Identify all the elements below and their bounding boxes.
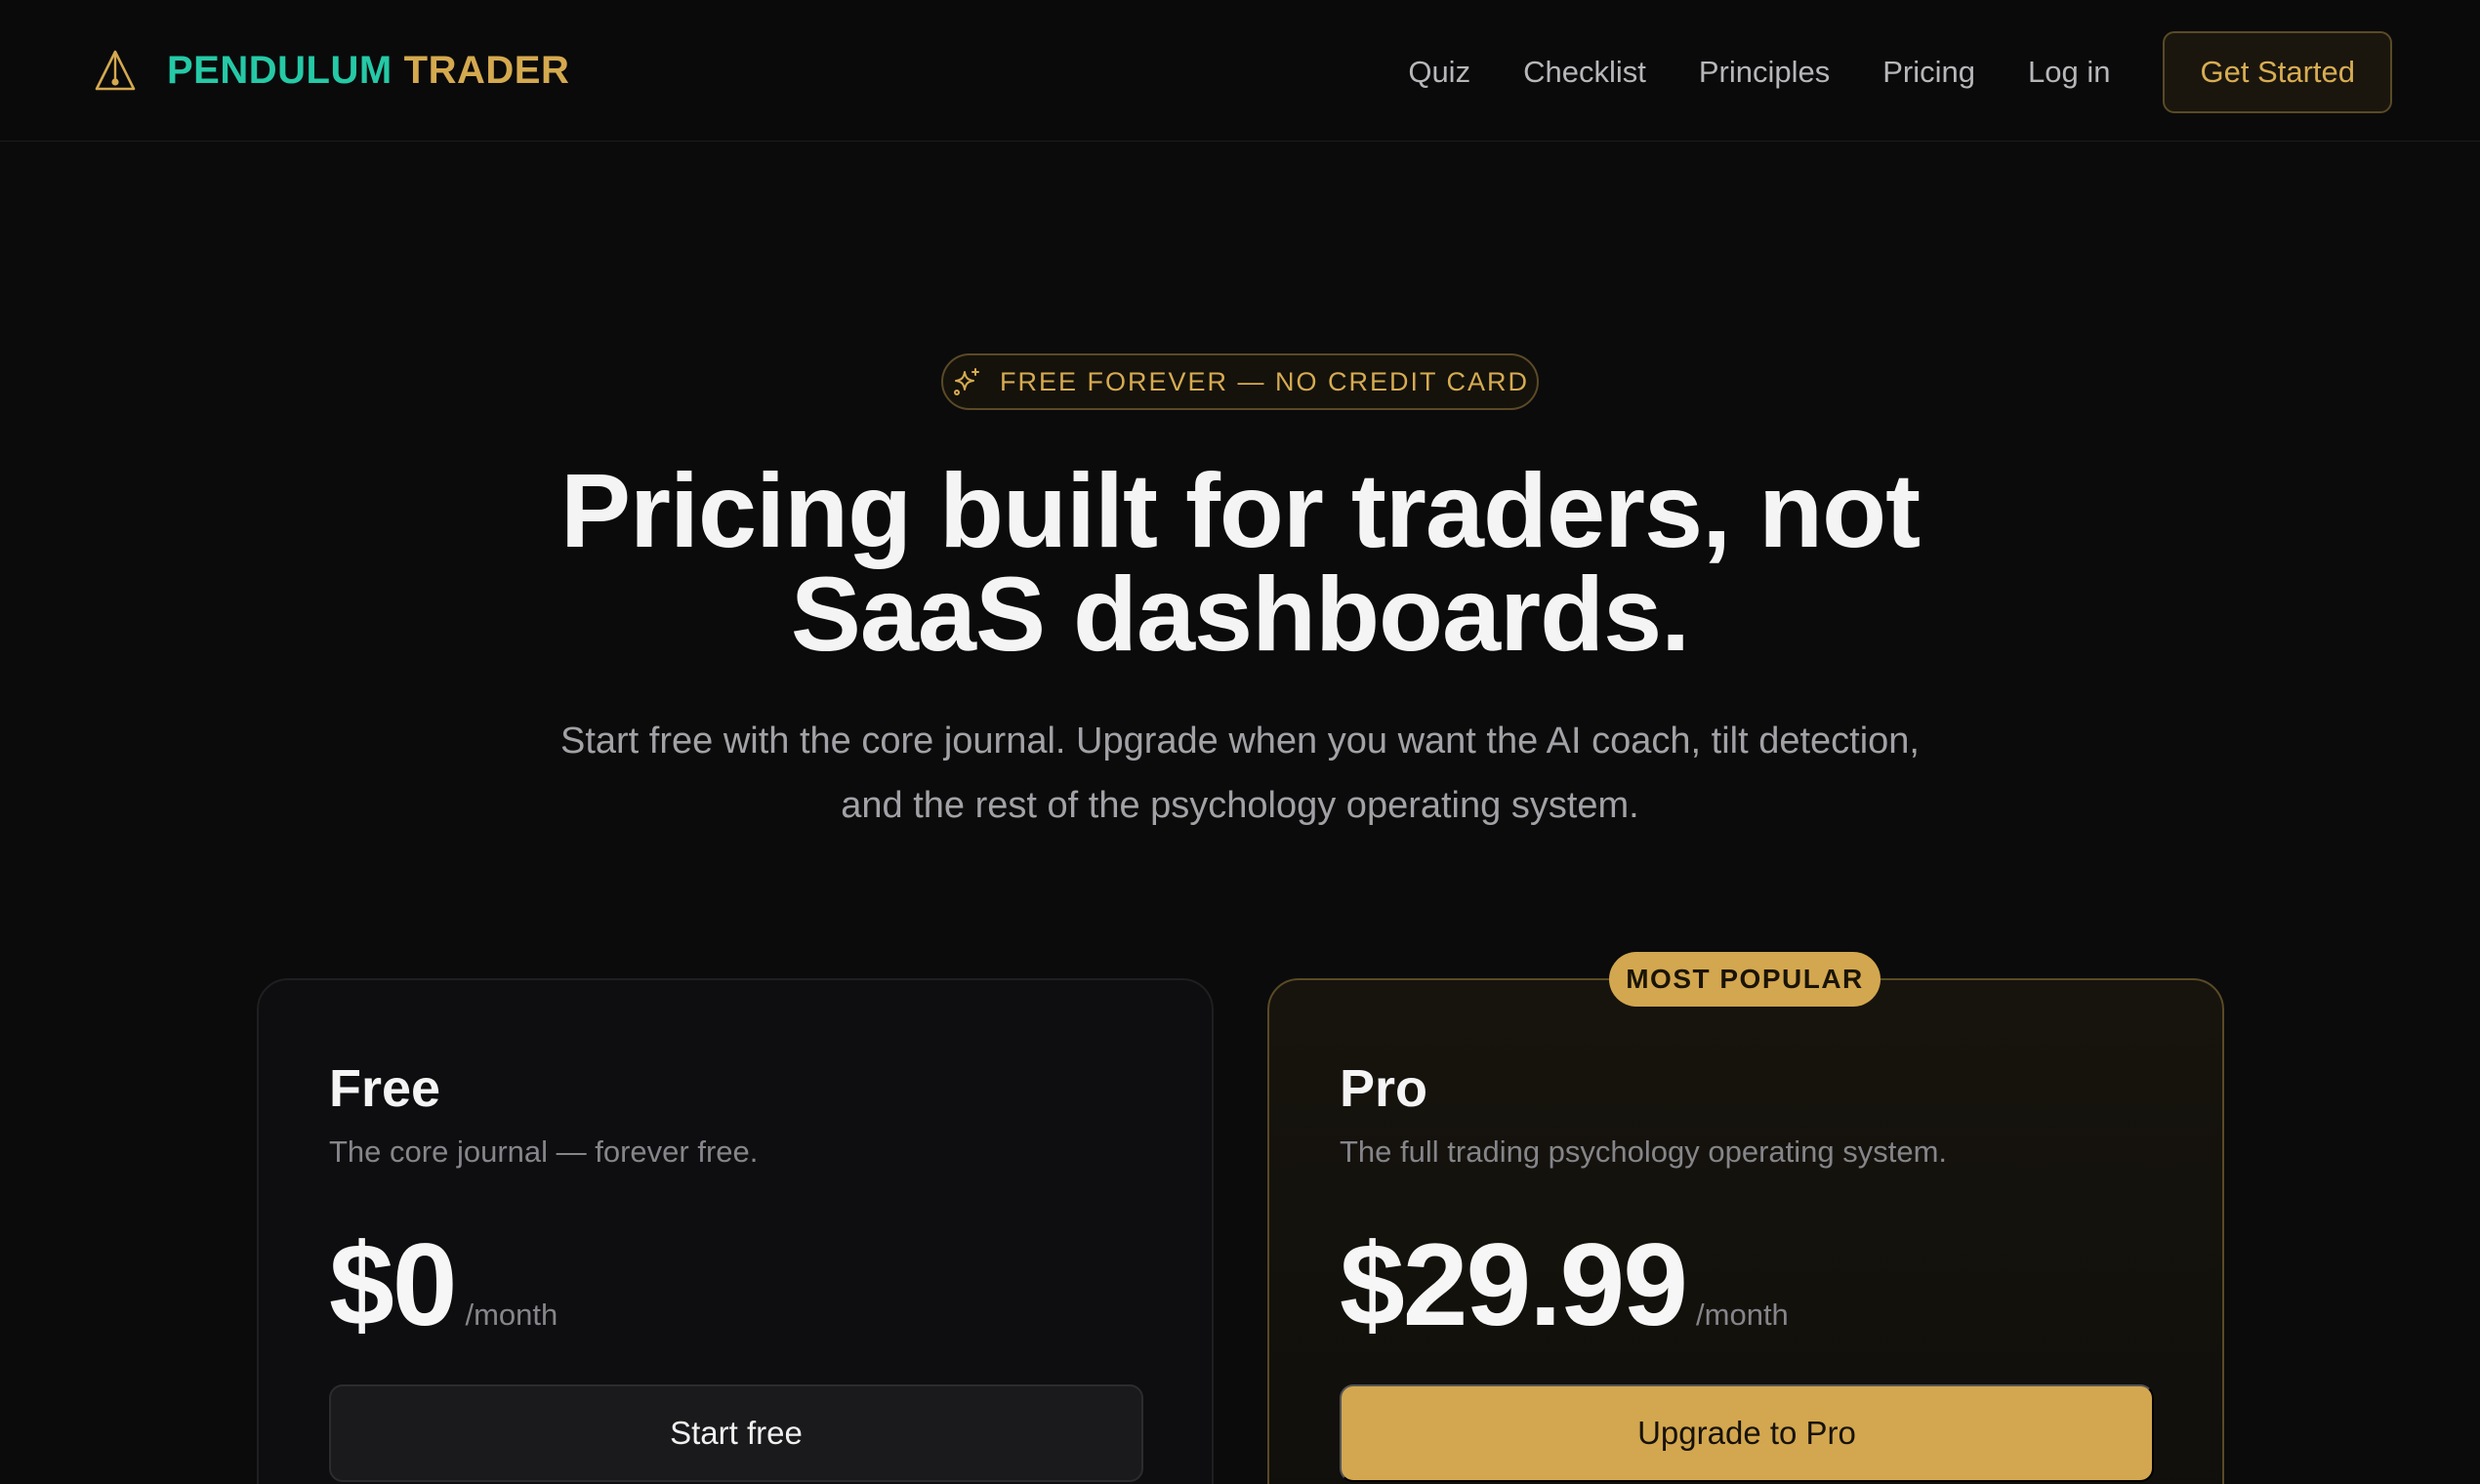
price-amount: $29.99 (1340, 1219, 1688, 1350)
get-started-button[interactable]: Get Started (2163, 31, 2392, 113)
nav-link-quiz[interactable]: Quiz (1408, 55, 1470, 90)
price-period: /month (1696, 1298, 1789, 1332)
pro-plan-card: Pro The full trading psychology operatin… (1267, 978, 2224, 1484)
plan-price: $29.99 /month (1340, 1226, 1789, 1343)
nav-link-principles[interactable]: Principles (1699, 55, 1830, 90)
page-subtitle-line1: Start free with the core journal. Upgrad… (559, 721, 1920, 762)
free-forever-badge: FREE FOREVER — NO CREDIT CARD (941, 353, 1539, 410)
brand-name: PENDULUM TRADER (167, 49, 569, 93)
brand-name-part2: TRADER (403, 48, 570, 92)
sparkles-icon (953, 368, 979, 395)
nav-link-checklist[interactable]: Checklist (1523, 55, 1646, 90)
plan-description: The full trading psychology operating sy… (1340, 1134, 1948, 1169)
page-title-line2: SaaS dashboards. (790, 555, 1690, 673)
price-period: /month (465, 1298, 558, 1332)
pendulum-triangle-icon (95, 50, 136, 91)
main-nav: Quiz Checklist Principles Pricing Log in… (1408, 31, 2392, 113)
badge-text: FREE FOREVER — NO CREDIT CARD (999, 366, 1530, 396)
upgrade-to-pro-button[interactable]: Upgrade to Pro (1340, 1384, 2154, 1482)
pricing-page: PENDULUM TRADER Quiz Checklist Principles… (0, 0, 2480, 1484)
page-subtitle: Start free with the core journal. Upgrad… (410, 709, 2070, 838)
page-subtitle-line2: and the rest of the psychology operating… (841, 785, 1639, 826)
nav-link-login[interactable]: Log in (2028, 55, 2110, 90)
page-title-line1: Pricing built for traders, not (559, 451, 1921, 569)
free-plan-card: Free The core journal — forever free. $0… (257, 978, 1214, 1484)
start-free-button[interactable]: Start free (329, 1384, 1143, 1482)
price-amount: $0 (329, 1219, 457, 1350)
nav-link-pricing[interactable]: Pricing (1882, 55, 1975, 90)
plan-description: The core journal — forever free. (329, 1134, 759, 1169)
brand-name-part1: PENDULUM (167, 48, 393, 92)
most-popular-badge: MOST POPULAR (1609, 952, 1881, 1007)
brand-logo-link[interactable]: PENDULUM TRADER (93, 43, 569, 98)
page-title: Pricing built for traders, not SaaS dash… (361, 458, 2119, 667)
plan-name: Free (329, 1059, 441, 1118)
plan-price: $0 /month (329, 1226, 558, 1343)
plan-name: Pro (1340, 1059, 1428, 1118)
site-header: PENDULUM TRADER Quiz Checklist Principles… (0, 0, 2480, 142)
